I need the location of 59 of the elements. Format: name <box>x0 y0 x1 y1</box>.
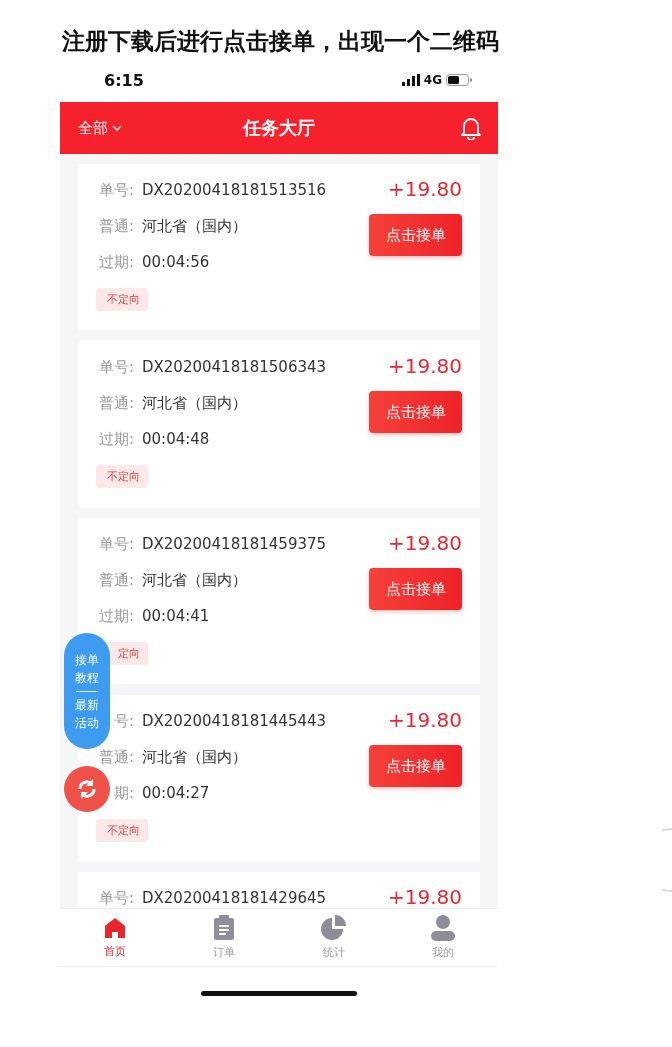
reward-amount: +19.80 <box>388 355 462 377</box>
field-label: 过期: <box>98 253 134 271</box>
signal-icon <box>401 74 420 86</box>
activity-link[interactable]: 最新活动 <box>73 695 101 732</box>
tab-item[interactable]: 我的 <box>388 909 498 966</box>
expiry-time: 00:04:56 <box>142 253 210 271</box>
circle-edge-icon <box>662 828 672 892</box>
field-label: 号: <box>113 712 134 730</box>
accept-order-button[interactable]: 点击接单 <box>369 391 462 433</box>
order-number: DX20200418181445443 <box>142 712 327 730</box>
floating-menu[interactable]: 接单教程 最新活动 <box>64 633 110 749</box>
reward-amount: +19.80 <box>388 709 462 731</box>
tab-item[interactable]: 统计 <box>279 909 389 966</box>
region-text: 河北省（国内） <box>142 217 247 235</box>
network-label: 4G <box>423 73 442 87</box>
tab-item[interactable]: 首页 <box>60 909 170 966</box>
order-number: DX20200418181429645 <box>142 889 327 907</box>
order-number: DX20200418181459375 <box>142 535 327 553</box>
field-label: 期: <box>113 784 134 802</box>
field-label: 普通: <box>98 748 134 766</box>
accept-order-button[interactable]: 点击接单 <box>369 745 462 787</box>
clipboard-icon <box>213 915 236 941</box>
reward-amount: +19.80 <box>388 886 462 908</box>
user-icon <box>431 915 456 941</box>
tab-item[interactable]: 订单 <box>169 909 279 966</box>
field-label: 单号: <box>98 889 134 907</box>
region-text: 河北省（国内） <box>142 394 247 412</box>
field-label: 单号: <box>98 358 134 376</box>
order-number: DX20200418181513516 <box>142 181 327 199</box>
filter-dropdown[interactable]: 全部 <box>78 118 122 138</box>
tag-label: 不定向 <box>96 288 148 311</box>
field-label: 过期: <box>98 607 134 625</box>
pie-chart-icon <box>320 915 347 941</box>
caption-text: 注册下载后进行点击接单，出现一个二维码 <box>62 27 499 56</box>
region-text: 河北省（国内） <box>142 571 247 589</box>
field-label: 单号: <box>98 535 134 553</box>
accept-order-button[interactable]: 点击接单 <box>369 568 462 610</box>
field-label: 过期: <box>98 430 134 448</box>
field-label: 普通: <box>98 571 134 589</box>
expiry-time: 00:04:41 <box>142 607 210 625</box>
reward-amount: +19.80 <box>388 178 462 200</box>
expiry-time: 00:04:27 <box>142 784 210 802</box>
page-title: 任务大厅 <box>243 116 315 140</box>
caret-icon <box>112 125 122 131</box>
refresh-icon <box>76 778 98 800</box>
region-text: 河北省（国内） <box>142 748 247 766</box>
tag-label: 不定向 <box>96 819 148 842</box>
field-label: 普通: <box>98 394 134 412</box>
home-icon <box>102 916 127 940</box>
status-time: 6:15 <box>104 70 144 90</box>
bell-icon[interactable] <box>460 116 482 140</box>
order-number: DX20200418181506343 <box>142 358 327 376</box>
expiry-time: 00:04:48 <box>142 430 210 448</box>
reward-amount: +19.80 <box>388 532 462 554</box>
accept-order-button[interactable]: 点击接单 <box>369 214 462 256</box>
field-label: 普通: <box>98 217 134 235</box>
tag-label: 不定向 <box>96 465 148 488</box>
battery-icon <box>446 74 472 86</box>
field-label: 单号: <box>98 181 134 199</box>
